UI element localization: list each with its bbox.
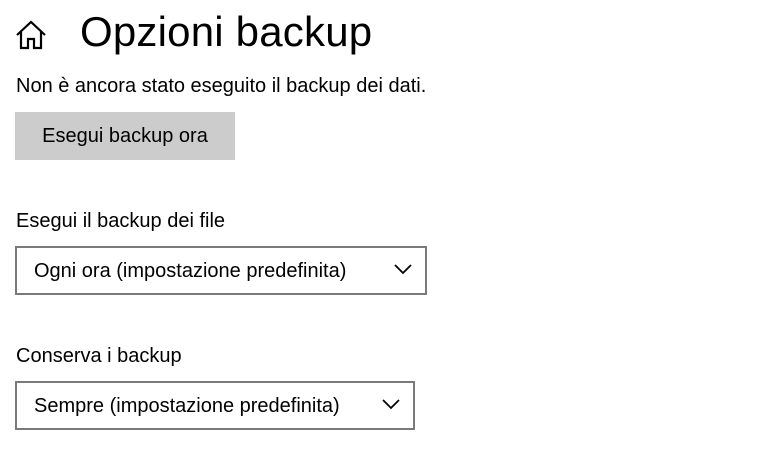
backup-now-button[interactable]: Esegui backup ora: [15, 112, 235, 160]
home-icon[interactable]: [14, 18, 48, 52]
keep-backups-value: Sempre (impostazione predefinita): [34, 395, 340, 417]
keep-backups-dropdown[interactable]: Sempre (impostazione predefinita): [15, 381, 415, 430]
keep-backups-label: Conserva i backup: [16, 345, 182, 367]
chevron-down-icon: [394, 264, 412, 275]
backup-frequency-label: Esegui il backup dei file: [16, 210, 226, 232]
backup-frequency-dropdown[interactable]: Ogni ora (impostazione predefinita): [15, 246, 427, 295]
backup-status-text: Non è ancora stato eseguito il backup de…: [16, 75, 427, 97]
backup-frequency-value: Ogni ora (impostazione predefinita): [34, 260, 347, 282]
chevron-down-icon: [382, 399, 400, 410]
page-title: Opzioni backup: [80, 8, 373, 55]
